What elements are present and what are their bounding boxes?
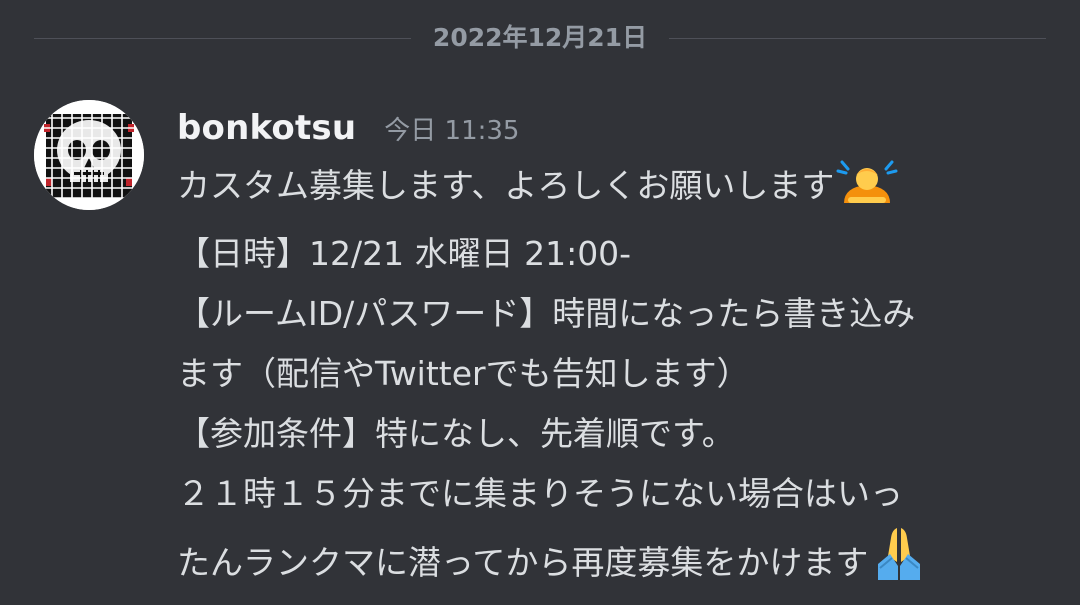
username[interactable]: bonkotsu [177, 108, 356, 148]
divider-line-right [669, 37, 1047, 39]
divider-date: 2022年12月21日 [432, 23, 648, 52]
message-content: カスタム募集します、よろしくお願いします 【日時】12/21 水曜日 21:00… [177, 156, 1047, 601]
message-line: 【日時】12/21 水曜日 21:00- [177, 234, 632, 273]
message-header: bonkotsu 今日 11:35 [177, 108, 519, 148]
message-line: ２１時１５分までに集まりそうにない場合はいっ [177, 474, 903, 513]
date-divider: 2022年12月21日 [34, 18, 1047, 58]
message-line: カスタム募集します、よろしくお願いします [177, 156, 1047, 224]
message-line: ます（配信やTwitterでも告知します） [177, 354, 750, 393]
message-timestamp[interactable]: 今日 11:35 [384, 110, 519, 147]
message-line: 【参加条件】特になし、先着順です。 [177, 414, 735, 453]
person-bowing-emoji-icon [836, 159, 898, 224]
avatar[interactable] [34, 100, 144, 210]
message-line: たんランクマに潜ってから再度募集をかけます [177, 524, 1047, 601]
folded-hands-emoji-icon [870, 524, 928, 601]
message-line: 【ルームID/パスワード】時間になったら書き込み [177, 294, 916, 333]
message-line-text: たんランクマに潜ってから再度募集をかけます [177, 543, 869, 582]
skull-grid-avatar-icon [34, 100, 144, 210]
message-line-text: カスタム募集します、よろしくお願いします [177, 166, 835, 205]
chat-screen: 2022年12月21日 bonkotsu 今日 11:35 カスタム募集します、… [0, 0, 1080, 605]
divider-line-left [34, 37, 411, 39]
